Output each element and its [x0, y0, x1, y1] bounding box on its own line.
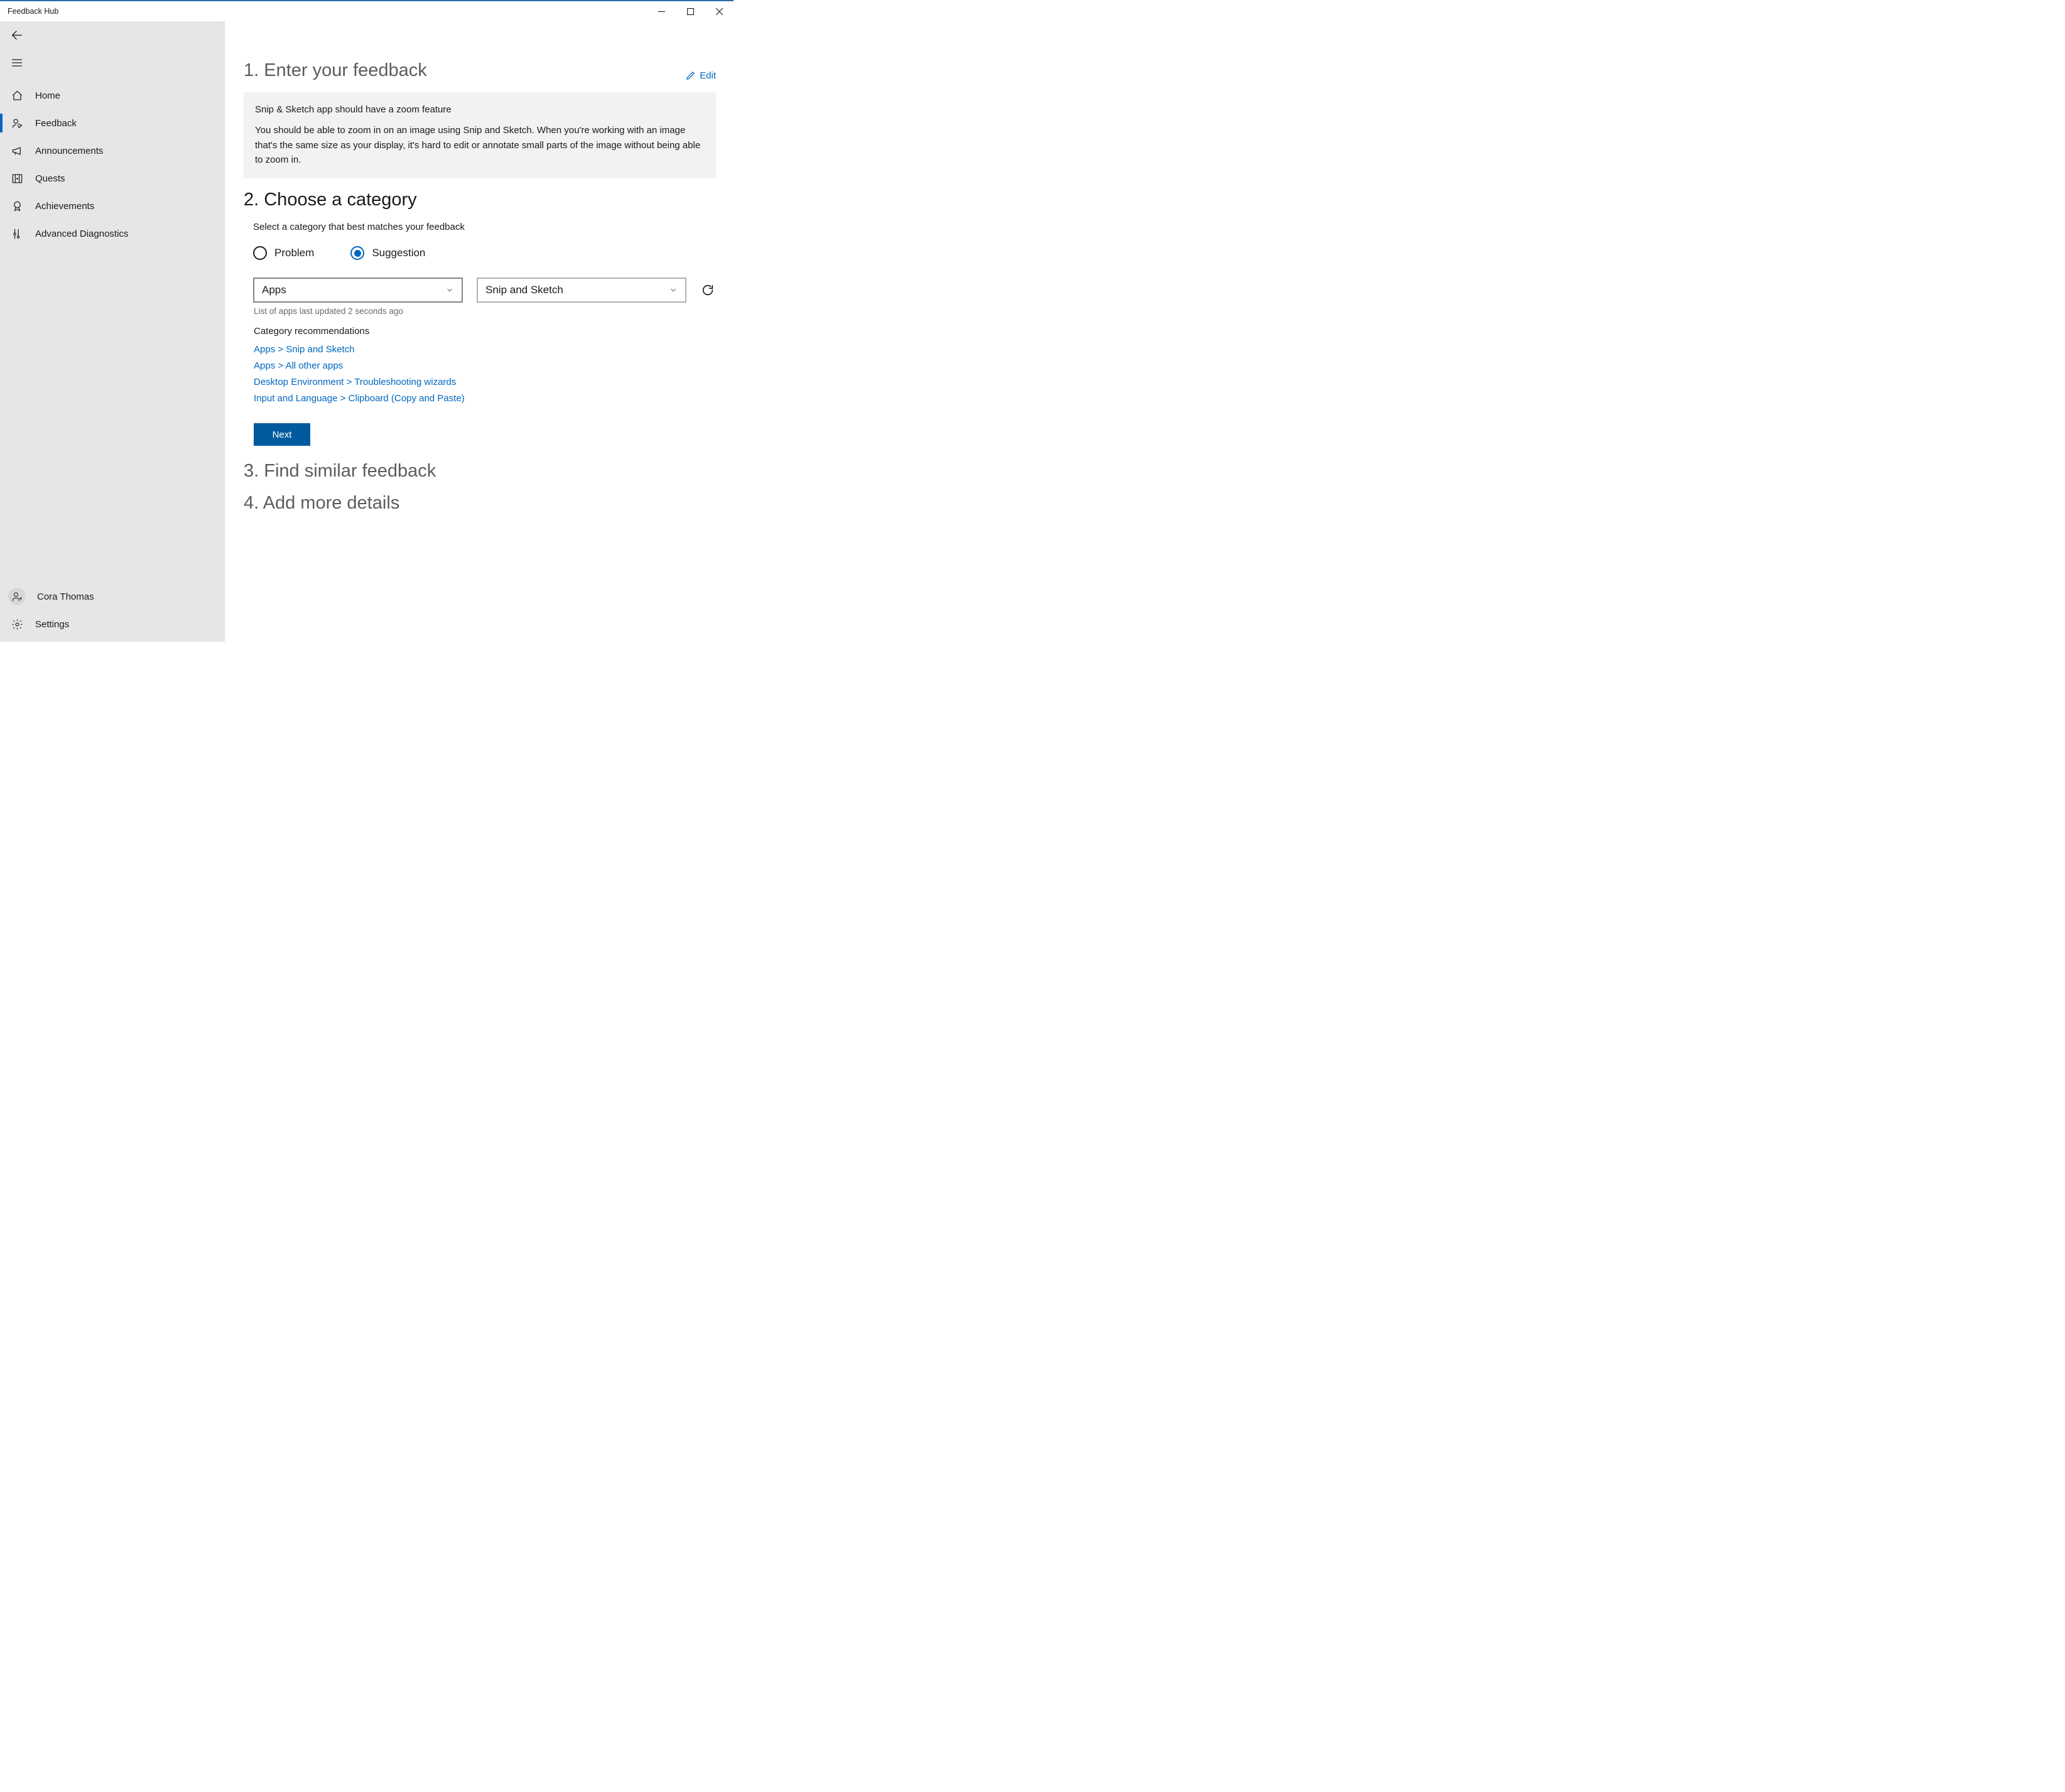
recommendations-list: Apps > Snip and Sketch Apps > All other …: [254, 344, 716, 404]
feedback-summary-card: Snip & Sketch app should have a zoom fea…: [244, 92, 716, 178]
sidebar-item-feedback[interactable]: Feedback: [0, 109, 225, 137]
megaphone-icon: [10, 144, 24, 158]
radio-icon: [350, 246, 364, 260]
home-icon: [10, 89, 24, 102]
refresh-button[interactable]: [700, 283, 715, 298]
sidebar-item-quests[interactable]: Quests: [0, 165, 225, 192]
minimize-button[interactable]: [647, 1, 676, 21]
sidebar-item-label: Home: [35, 90, 60, 101]
step3-title: 3. Find similar feedback: [244, 461, 716, 482]
arrow-left-icon: [10, 28, 24, 42]
radio-problem[interactable]: Problem: [253, 246, 314, 260]
sidebar-item-home[interactable]: Home: [0, 82, 225, 109]
select-value: Snip and Sketch: [485, 284, 563, 296]
recommendation-link[interactable]: Apps > Snip and Sketch: [254, 344, 716, 355]
sidebar-item-diagnostics[interactable]: Advanced Diagnostics: [0, 220, 225, 247]
user-avatar-icon: [8, 588, 26, 605]
category-selects-row: Apps Snip and Sketch: [253, 278, 716, 303]
sidebar-item-label: Announcements: [35, 146, 103, 156]
maximize-button[interactable]: [676, 1, 705, 21]
hamburger-button[interactable]: [0, 49, 225, 77]
radio-label-suggestion: Suggestion: [372, 247, 425, 259]
sidebar-item-label: Quests: [35, 173, 65, 184]
recommendation-link[interactable]: Input and Language > Clipboard (Copy and…: [254, 393, 716, 404]
sidebar-item-label: Advanced Diagnostics: [35, 229, 128, 239]
category-primary-select[interactable]: Apps: [253, 278, 463, 303]
next-button[interactable]: Next: [254, 423, 310, 446]
sidebar-item-achievements[interactable]: Achievements: [0, 192, 225, 220]
recommendation-link[interactable]: Desktop Environment > Troubleshooting wi…: [254, 377, 716, 387]
sidebar-item-label: Achievements: [35, 201, 94, 212]
window-title: Feedback Hub: [8, 7, 58, 16]
sidebar-user[interactable]: Cora Thomas: [0, 583, 225, 610]
window-controls: [647, 1, 734, 21]
step1-title: 1. Enter your feedback: [244, 60, 427, 81]
feedback-body: You should be able to zoom in on an imag…: [255, 123, 705, 167]
sidebar-settings[interactable]: Settings: [0, 610, 225, 638]
award-icon: [10, 199, 24, 213]
main-content: 1. Enter your feedback Edit Snip & Sketc…: [225, 21, 734, 642]
sidebar: Home Feedback Announcements Quests Achie: [0, 21, 225, 642]
titlebar: Feedback Hub: [0, 1, 734, 21]
settings-label: Settings: [35, 619, 69, 630]
feedback-type-radiogroup: Problem Suggestion: [253, 246, 716, 260]
app-shell: Home Feedback Announcements Quests Achie: [0, 21, 734, 642]
step2-title: 2. Choose a category: [244, 190, 716, 210]
sidebar-item-label: Feedback: [35, 118, 77, 129]
step1-header: 1. Enter your feedback Edit: [244, 51, 716, 92]
radio-label-problem: Problem: [274, 247, 314, 259]
hamburger-icon: [10, 56, 24, 70]
edit-feedback-link[interactable]: Edit: [685, 70, 716, 81]
step4-title: 4. Add more details: [244, 493, 716, 514]
edit-label: Edit: [700, 70, 716, 81]
select-value: Apps: [262, 284, 286, 296]
radio-suggestion[interactable]: Suggestion: [350, 246, 425, 260]
recommendations-title: Category recommendations: [254, 326, 716, 337]
chevron-down-icon: [445, 286, 454, 294]
recommendation-link[interactable]: Apps > All other apps: [254, 360, 716, 371]
user-name: Cora Thomas: [37, 591, 94, 602]
apps-updated-hint: List of apps last updated 2 seconds ago: [254, 306, 716, 316]
back-button[interactable]: [0, 21, 225, 49]
category-secondary-select[interactable]: Snip and Sketch: [477, 278, 686, 303]
gear-icon: [10, 617, 24, 631]
diagnostics-icon: [10, 227, 24, 240]
sidebar-item-announcements[interactable]: Announcements: [0, 137, 225, 165]
close-button[interactable]: [705, 1, 734, 21]
feedback-icon: [10, 116, 24, 130]
feedback-title: Snip & Sketch app should have a zoom fea…: [255, 102, 705, 117]
map-icon: [10, 171, 24, 185]
category-note: Select a category that best matches your…: [253, 222, 716, 232]
edit-icon: [685, 70, 696, 81]
radio-icon: [253, 246, 267, 260]
chevron-down-icon: [669, 286, 678, 294]
